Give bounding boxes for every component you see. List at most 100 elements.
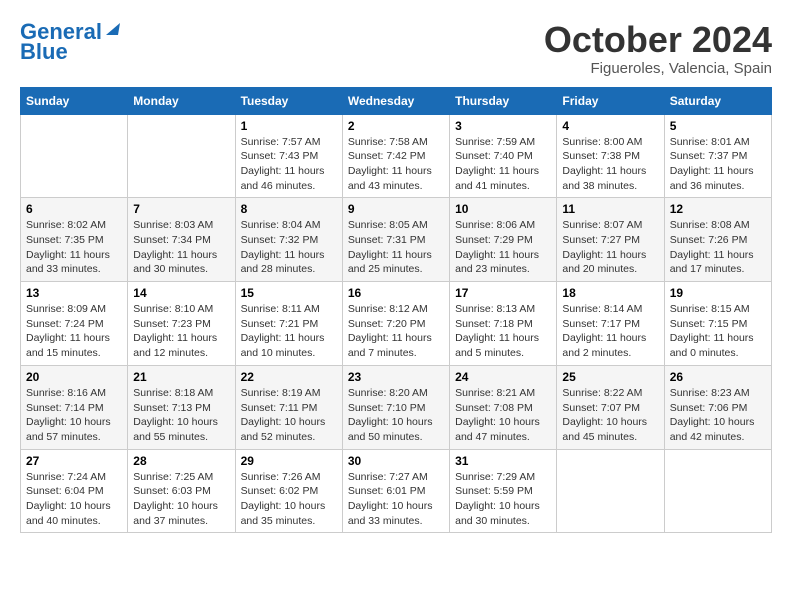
day-info: Sunrise: 8:06 AM Sunset: 7:29 PM Dayligh…	[455, 218, 551, 277]
table-row: 28 Sunrise: 7:25 AM Sunset: 6:03 PM Dayli…	[128, 449, 235, 533]
day-info: Sunrise: 7:57 AM Sunset: 7:43 PM Dayligh…	[241, 135, 337, 194]
day-number: 18	[562, 286, 658, 300]
table-row: 8 Sunrise: 8:04 AM Sunset: 7:32 PM Daylig…	[235, 198, 342, 282]
day-number: 24	[455, 370, 551, 384]
day-info: Sunrise: 8:12 AM Sunset: 7:20 PM Dayligh…	[348, 302, 444, 361]
day-info: Sunrise: 8:19 AM Sunset: 7:11 PM Dayligh…	[241, 386, 337, 445]
table-row: 23Sunrise: 8:20 AM Sunset: 7:10 PM Dayli…	[342, 365, 449, 449]
table-row	[128, 114, 235, 198]
calendar-week-row: 20 Sunrise: 8:16 AM Sunset: 7:14 PM Dayli…	[21, 365, 772, 449]
day-number: 26	[670, 370, 766, 384]
day-number: 19	[670, 286, 766, 300]
table-row: 6Sunrise: 8:02 AM Sunset: 7:35 PM Daylig…	[21, 198, 128, 282]
month-title: October 2024	[544, 20, 772, 60]
day-info: Sunrise: 8:16 AM Sunset: 7:14 PM Dayligh…	[26, 386, 122, 445]
day-info: Sunrise: 8:05 AM Sunset: 7:31 PM Dayligh…	[348, 218, 444, 277]
table-row: 16 Sunrise: 8:12 AM Sunset: 7:20 PM Dayli…	[342, 282, 449, 366]
day-info: Sunrise: 8:18 AM Sunset: 7:13 PM Dayligh…	[133, 386, 229, 445]
day-info: Sunrise: 7:59 AM Sunset: 7:40 PM Dayligh…	[455, 135, 551, 194]
day-info: Sunrise: 8:11 AM Sunset: 7:21 PM Dayligh…	[241, 302, 337, 361]
table-row	[557, 449, 664, 533]
day-number: 15	[241, 286, 337, 300]
day-info: Sunrise: 8:22 AM Sunset: 7:07 PM Dayligh…	[562, 386, 658, 445]
day-number: 16	[348, 286, 444, 300]
day-number: 20	[26, 370, 122, 384]
header-wednesday: Wednesday	[342, 87, 449, 114]
table-row: 15 Sunrise: 8:11 AM Sunset: 7:21 PM Dayli…	[235, 282, 342, 366]
table-row: 21 Sunrise: 8:18 AM Sunset: 7:13 PM Dayli…	[128, 365, 235, 449]
day-number: 29	[241, 454, 337, 468]
day-number: 28	[133, 454, 229, 468]
header-thursday: Thursday	[450, 87, 557, 114]
table-row: 11Sunrise: 8:07 AM Sunset: 7:27 PM Dayli…	[557, 198, 664, 282]
day-number: 2	[348, 119, 444, 133]
day-number: 21	[133, 370, 229, 384]
location-subtitle: Figueroles, Valencia, Spain	[544, 60, 772, 77]
table-row: 2 Sunrise: 7:58 AM Sunset: 7:42 PM Daylig…	[342, 114, 449, 198]
day-info: Sunrise: 8:21 AM Sunset: 7:08 PM Dayligh…	[455, 386, 551, 445]
day-number: 27	[26, 454, 122, 468]
table-row: 30 Sunrise: 7:27 AM Sunset: 6:01 PM Dayli…	[342, 449, 449, 533]
day-number: 17	[455, 286, 551, 300]
day-info: Sunrise: 8:00 AM Sunset: 7:38 PM Dayligh…	[562, 135, 658, 194]
day-number: 12	[670, 202, 766, 216]
calendar-table: Sunday Monday Tuesday Wednesday Thursday…	[20, 87, 772, 534]
day-info: Sunrise: 8:23 AM Sunset: 7:06 PM Dayligh…	[670, 386, 766, 445]
day-info: Sunrise: 7:58 AM Sunset: 7:42 PM Dayligh…	[348, 135, 444, 194]
calendar-week-row: 1 Sunrise: 7:57 AM Sunset: 7:43 PM Daylig…	[21, 114, 772, 198]
day-number: 11	[562, 202, 658, 216]
day-number: 22	[241, 370, 337, 384]
day-number: 30	[348, 454, 444, 468]
day-number: 3	[455, 119, 551, 133]
page-header: General Blue October 2024 Figueroles, Va…	[20, 20, 772, 77]
day-info: Sunrise: 8:13 AM Sunset: 7:18 PM Dayligh…	[455, 302, 551, 361]
table-row: 17 Sunrise: 8:13 AM Sunset: 7:18 PM Dayli…	[450, 282, 557, 366]
table-row: 10Sunrise: 8:06 AM Sunset: 7:29 PM Dayli…	[450, 198, 557, 282]
header-friday: Friday	[557, 87, 664, 114]
day-number: 31	[455, 454, 551, 468]
table-row: 7 Sunrise: 8:03 AM Sunset: 7:34 PM Daylig…	[128, 198, 235, 282]
table-row: 18Sunrise: 8:14 AM Sunset: 7:17 PM Dayli…	[557, 282, 664, 366]
day-info: Sunrise: 8:01 AM Sunset: 7:37 PM Dayligh…	[670, 135, 766, 194]
day-number: 7	[133, 202, 229, 216]
day-number: 23	[348, 370, 444, 384]
header-monday: Monday	[128, 87, 235, 114]
calendar-week-row: 13Sunrise: 8:09 AM Sunset: 7:24 PM Dayli…	[21, 282, 772, 366]
day-number: 5	[670, 119, 766, 133]
day-info: Sunrise: 8:03 AM Sunset: 7:34 PM Dayligh…	[133, 218, 229, 277]
day-info: Sunrise: 8:08 AM Sunset: 7:26 PM Dayligh…	[670, 218, 766, 277]
table-row: 24 Sunrise: 8:21 AM Sunset: 7:08 PM Dayli…	[450, 365, 557, 449]
day-number: 1	[241, 119, 337, 133]
day-number: 14	[133, 286, 229, 300]
day-info: Sunrise: 8:15 AM Sunset: 7:15 PM Dayligh…	[670, 302, 766, 361]
day-info: Sunrise: 7:27 AM Sunset: 6:01 PM Dayligh…	[348, 470, 444, 529]
calendar-header-row: Sunday Monday Tuesday Wednesday Thursday…	[21, 87, 772, 114]
table-row: 3 Sunrise: 7:59 AM Sunset: 7:40 PM Daylig…	[450, 114, 557, 198]
day-info: Sunrise: 8:04 AM Sunset: 7:32 PM Dayligh…	[241, 218, 337, 277]
table-row: 9Sunrise: 8:05 AM Sunset: 7:31 PM Daylig…	[342, 198, 449, 282]
day-number: 8	[241, 202, 337, 216]
table-row: 22 Sunrise: 8:19 AM Sunset: 7:11 PM Dayli…	[235, 365, 342, 449]
calendar-week-row: 6Sunrise: 8:02 AM Sunset: 7:35 PM Daylig…	[21, 198, 772, 282]
day-info: Sunrise: 7:25 AM Sunset: 6:03 PM Dayligh…	[133, 470, 229, 529]
day-info: Sunrise: 8:02 AM Sunset: 7:35 PM Dayligh…	[26, 218, 122, 277]
table-row: 20 Sunrise: 8:16 AM Sunset: 7:14 PM Dayli…	[21, 365, 128, 449]
logo: General Blue	[20, 20, 122, 64]
table-row: 14Sunrise: 8:10 AM Sunset: 7:23 PM Dayli…	[128, 282, 235, 366]
table-row: 26 Sunrise: 8:23 AM Sunset: 7:06 PM Dayli…	[664, 365, 771, 449]
table-row: 13Sunrise: 8:09 AM Sunset: 7:24 PM Dayli…	[21, 282, 128, 366]
table-row	[21, 114, 128, 198]
calendar-week-row: 27Sunrise: 7:24 AM Sunset: 6:04 PM Dayli…	[21, 449, 772, 533]
day-info: Sunrise: 7:29 AM Sunset: 5:59 PM Dayligh…	[455, 470, 551, 529]
table-row: 5 Sunrise: 8:01 AM Sunset: 7:37 PM Daylig…	[664, 114, 771, 198]
day-number: 25	[562, 370, 658, 384]
logo-blue: Blue	[20, 40, 68, 64]
day-number: 13	[26, 286, 122, 300]
logo-bird-icon	[104, 19, 122, 37]
table-row	[664, 449, 771, 533]
header-tuesday: Tuesday	[235, 87, 342, 114]
table-row: 25 Sunrise: 8:22 AM Sunset: 7:07 PM Dayli…	[557, 365, 664, 449]
table-row: 27Sunrise: 7:24 AM Sunset: 6:04 PM Dayli…	[21, 449, 128, 533]
title-area: October 2024 Figueroles, Valencia, Spain	[544, 20, 772, 77]
table-row: 29Sunrise: 7:26 AM Sunset: 6:02 PM Dayli…	[235, 449, 342, 533]
